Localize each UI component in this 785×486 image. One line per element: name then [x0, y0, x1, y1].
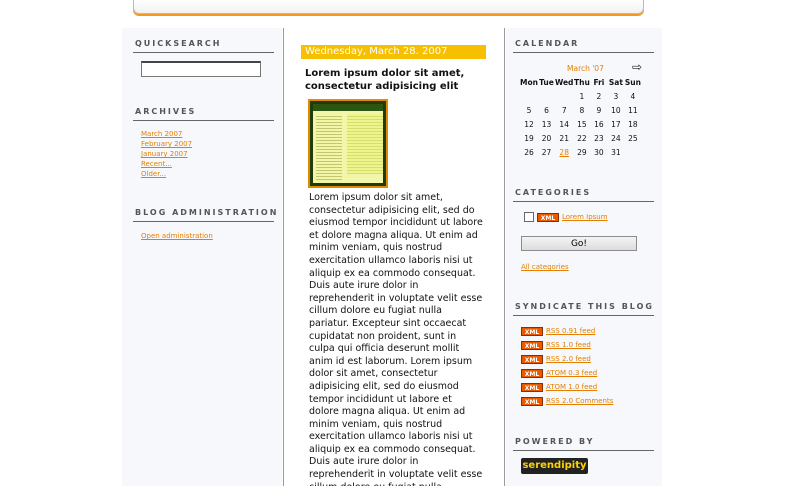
calendar-day: 8 — [579, 105, 585, 115]
powered-by-title: POWERED BY — [515, 437, 595, 446]
archive-link[interactable]: Recent... — [141, 159, 192, 169]
divider — [133, 221, 274, 222]
all-categories-link[interactable]: All categories — [521, 263, 569, 271]
calendar-day: 25 — [628, 133, 638, 143]
calendar-day: 10 — [611, 105, 621, 115]
post-date: Wednesday, March 28. 2007 — [301, 45, 486, 59]
quicksearch-title: QUICKSEARCH — [135, 39, 222, 48]
xml-feed-icon[interactable]: XML — [521, 382, 543, 392]
calendar-weekday: Tue — [539, 77, 554, 87]
feed-item: XML RSS 2.0 feed — [521, 352, 613, 366]
top-header-bar — [133, 0, 644, 14]
archives-list: March 2007 February 2007 January 2007 Re… — [141, 129, 192, 179]
post-title[interactable]: Lorem ipsum dolor sit amet, consectetur … — [305, 67, 485, 93]
archive-link[interactable]: Older... — [141, 169, 192, 179]
calendar-day: 18 — [628, 119, 638, 129]
calendar-weekday: Fri — [593, 77, 605, 87]
serendipity-logo[interactable]: serendipity — [521, 458, 588, 474]
calendar-day: 5 — [526, 105, 532, 115]
calendar-day: 1 — [579, 91, 585, 101]
feed-link[interactable]: ATOM 1.0 feed — [546, 383, 597, 391]
feed-item: XML ATOM 0.3 feed — [521, 366, 613, 380]
calendar-day: 13 — [541, 119, 552, 129]
archive-link[interactable]: February 2007 — [141, 139, 192, 149]
calendar-day: 27 — [541, 147, 552, 157]
divider — [513, 450, 654, 451]
calendar-day: 3 — [613, 91, 619, 101]
category-link[interactable]: Lorem Ipsum — [562, 213, 608, 221]
calendar-day — [538, 89, 555, 103]
calendar-title: CALENDAR — [515, 39, 580, 48]
open-admin-link[interactable]: Open administration — [141, 231, 213, 241]
feed-link[interactable]: RSS 1.0 feed — [546, 341, 591, 349]
category-row: XML Lorem Ipsum — [524, 212, 608, 222]
divider — [513, 52, 654, 53]
post-thumbnail-image[interactable] — [308, 99, 388, 188]
calendar-weekday: Sat — [608, 77, 623, 87]
xml-feed-icon[interactable]: XML — [521, 340, 543, 350]
calendar-day: 12 — [524, 119, 534, 129]
calendar-weekday: Sun — [624, 77, 641, 87]
calendar-day: 17 — [611, 119, 621, 129]
calendar-day: 30 — [594, 147, 604, 157]
archive-link[interactable]: January 2007 — [141, 149, 192, 159]
calendar-day[interactable]: 28 — [555, 145, 573, 159]
feed-list: XML RSS 0.91 feed XML RSS 1.0 feed XML RSS 2.… — [521, 324, 613, 408]
calendar-day: 24 — [611, 133, 621, 143]
calendar-day: 6 — [544, 105, 549, 115]
xml-feed-icon[interactable]: XML — [521, 396, 543, 406]
feed-item: XML ATOM 1.0 feed — [521, 380, 613, 394]
calendar-day — [555, 89, 573, 103]
calendar-day — [520, 89, 538, 103]
calendar-weekday: Mon — [520, 77, 538, 87]
calendar-weekday: Thu — [574, 77, 590, 87]
go-button[interactable]: Go! — [521, 236, 637, 251]
category-checkbox[interactable] — [524, 212, 534, 222]
xml-feed-icon[interactable]: XML — [521, 368, 543, 378]
quicksearch-input[interactable] — [141, 61, 261, 77]
calendar-day: 2 — [596, 91, 602, 101]
left-sidebar — [122, 28, 282, 486]
calendar-day: 22 — [577, 133, 587, 143]
feed-link[interactable]: RSS 2.0 Comments — [546, 397, 613, 405]
feed-item: XML RSS 0.91 feed — [521, 324, 613, 338]
feed-item: XML RSS 1.0 feed — [521, 338, 613, 352]
archive-link[interactable]: March 2007 — [141, 129, 192, 139]
categories-title: CATEGORIES — [515, 188, 592, 197]
calendar-weekday: Wed — [554, 77, 574, 87]
calendar-day: 26 — [524, 147, 534, 157]
calendar-day: 19 — [524, 133, 534, 143]
feed-link[interactable]: RSS 2.0 feed — [546, 355, 591, 363]
calendar-day: 9 — [596, 105, 602, 115]
calendar-day — [624, 145, 641, 159]
calendar-day: 23 — [594, 133, 604, 143]
calendar-grid: Mon Tue Wed Thu Fri Sat Sun 1 2 3 4 5 6 7 8 9 10 11 12 13 1… — [520, 75, 641, 159]
archives-title: ARCHIVES — [135, 107, 197, 116]
feed-link[interactable]: RSS 0.91 feed — [546, 327, 595, 335]
calendar-day: 21 — [559, 133, 569, 143]
feed-link[interactable]: ATOM 0.3 feed — [546, 369, 597, 377]
calendar-day: 7 — [561, 105, 567, 115]
syndicate-title: SYNDICATE THIS BLOG — [515, 302, 654, 311]
blog-admin-title: BLOG ADMINISTRATION — [135, 208, 279, 217]
divider — [513, 201, 654, 202]
calendar-day: 14 — [559, 119, 569, 129]
divider — [133, 52, 274, 53]
xml-feed-icon[interactable]: XML — [521, 326, 543, 336]
calendar-day: 4 — [630, 91, 636, 101]
xml-feed-icon[interactable]: XML — [537, 212, 559, 222]
calendar-day: 31 — [611, 147, 621, 157]
calendar-day: 16 — [594, 119, 604, 129]
divider — [513, 315, 654, 316]
calendar-month-label[interactable]: March '07 — [567, 64, 604, 73]
calendar-day: 11 — [628, 105, 638, 115]
divider — [133, 120, 274, 121]
arrow-right-icon[interactable]: ⇨ — [632, 60, 642, 74]
calendar-day: 15 — [577, 119, 587, 129]
calendar-day: 29 — [577, 147, 587, 157]
xml-feed-icon[interactable]: XML — [521, 354, 543, 364]
post-body: Lorem ipsum dolor sit amet, consectetur … — [309, 192, 483, 486]
feed-item: XML RSS 2.0 Comments — [521, 394, 613, 408]
calendar-day: 20 — [541, 133, 552, 143]
